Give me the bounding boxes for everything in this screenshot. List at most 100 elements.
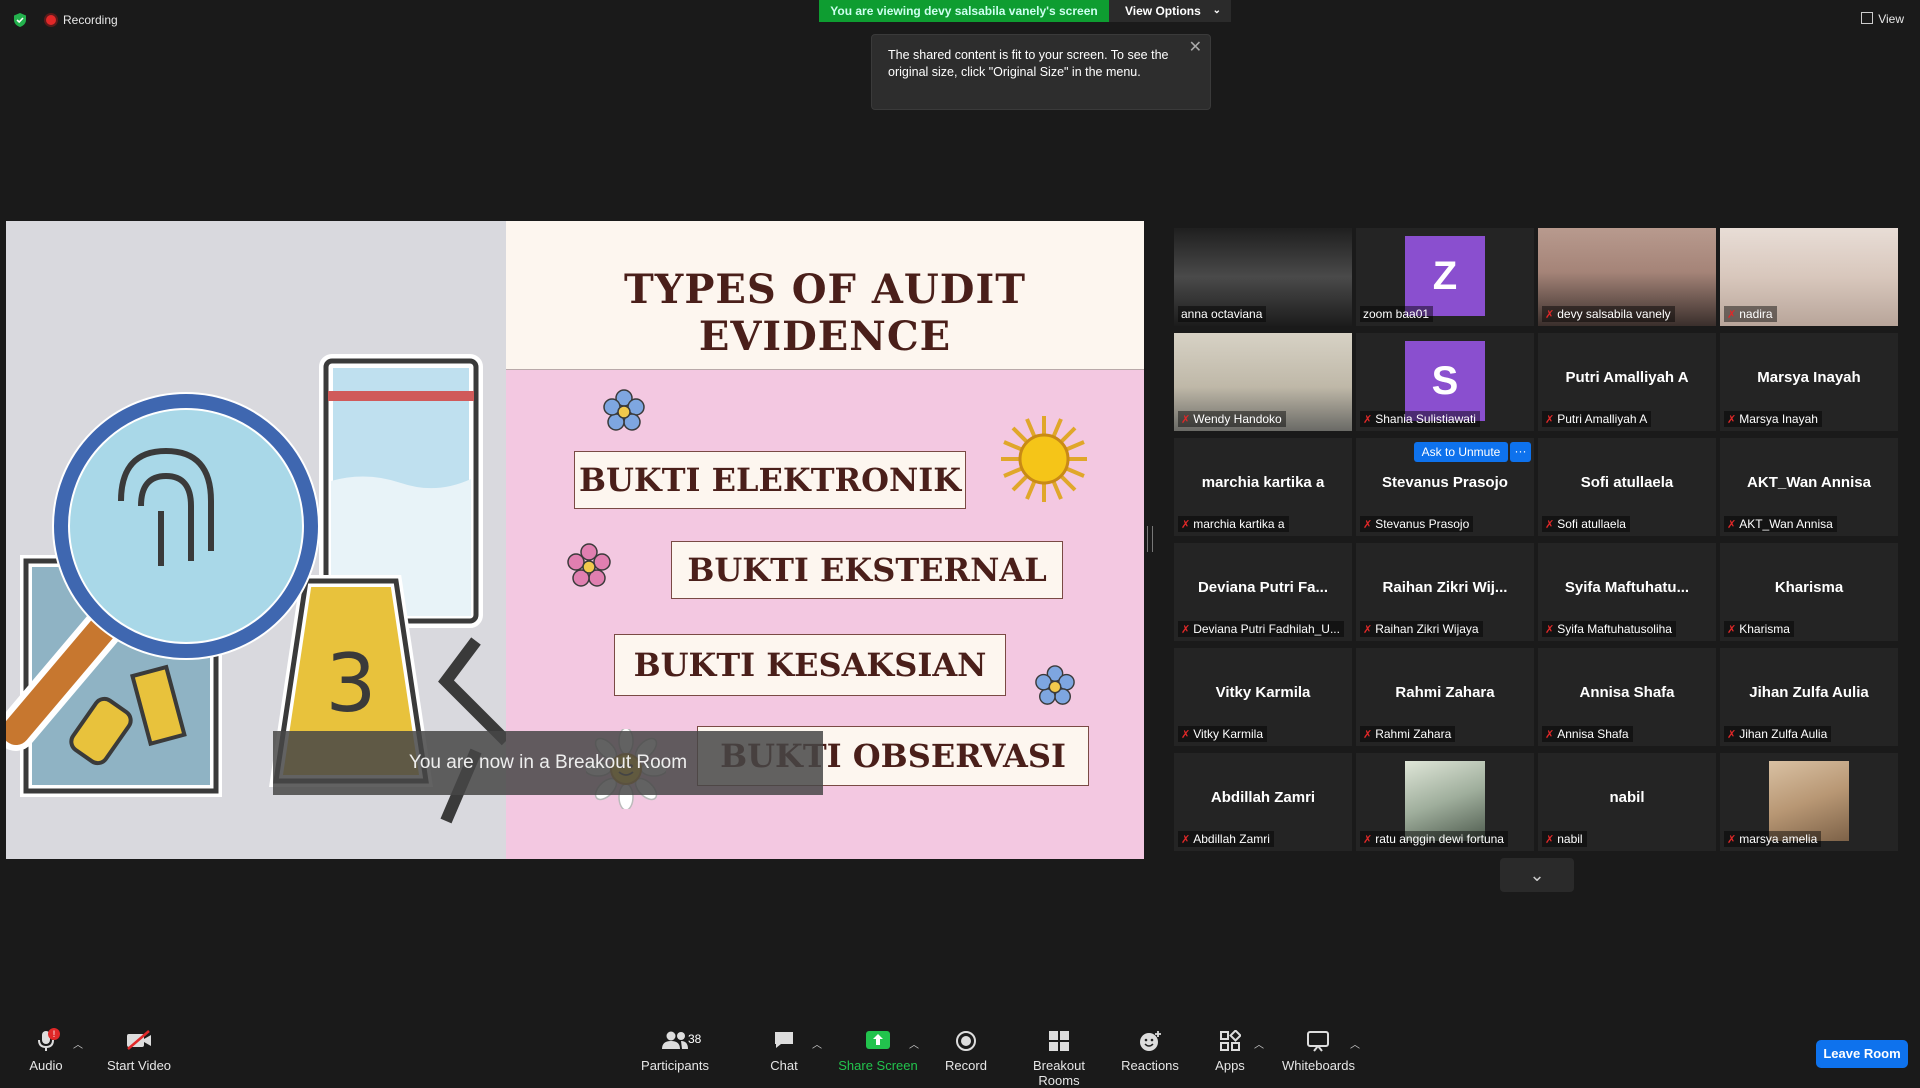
recording-indicator-icon — [46, 15, 56, 25]
whiteboards-label: Whiteboards — [1282, 1058, 1355, 1073]
muted-mic-icon: ✗ — [1727, 519, 1737, 531]
chat-options-caret[interactable]: ︿ — [812, 1036, 822, 1051]
participant-tile[interactable]: Zzoom baa01 — [1356, 228, 1534, 326]
participant-label: ✗ devy salsabila vanely — [1542, 306, 1675, 322]
participant-tile[interactable]: Sofi atullaela ✗ Sofi atullaela — [1538, 438, 1716, 536]
participant-name-label: Sofi atullaela — [1557, 517, 1626, 531]
participant-tile[interactable]: Kharisma ✗ Kharisma — [1720, 543, 1898, 641]
apps-button[interactable]: Apps — [1210, 1029, 1250, 1073]
muted-mic-icon: ✗ — [1363, 414, 1373, 426]
chat-label: Chat — [770, 1058, 798, 1073]
slide-title: TYPES OF AUDIT EVIDENCE — [624, 266, 1026, 360]
muted-mic-icon: ✗ — [1727, 729, 1737, 741]
breakout-rooms-button[interactable]: Breakout Rooms — [1012, 1030, 1106, 1088]
muted-mic-icon: ✗ — [1545, 519, 1555, 531]
participant-label: ✗ ratu anggin dewi fortuna — [1360, 831, 1508, 847]
close-icon[interactable]: ✕ — [1189, 39, 1202, 56]
evidence-item-1: BUKTI ELEKTRONIK — [574, 451, 966, 509]
muted-mic-icon: ✗ — [1545, 729, 1555, 741]
muted-mic-icon: ✗ — [1363, 624, 1373, 636]
participant-tile[interactable]: Marsya Inayah ✗ Marsya Inayah — [1720, 333, 1898, 431]
participant-tile[interactable]: ✗ devy salsabila vanely — [1538, 228, 1716, 326]
participant-name-label: Stevanus Prasojo — [1375, 517, 1470, 531]
record-button[interactable]: Record — [940, 1030, 992, 1073]
muted-mic-icon: ✗ — [1363, 729, 1373, 741]
participant-label: ✗ nadira — [1724, 306, 1777, 322]
whiteboards-options-caret[interactable]: ︿ — [1350, 1036, 1360, 1051]
participant-tile[interactable]: Jihan Zulfa Aulia ✗ Jihan Zulfa Aulia — [1720, 648, 1898, 746]
participant-tile[interactable]: Putri Amalliyah A ✗ Putri Amalliyah A — [1538, 333, 1716, 431]
participant-tile[interactable]: ✗ nadira — [1720, 228, 1898, 326]
audio-options-caret[interactable]: ︿ — [73, 1036, 83, 1051]
participant-tile[interactable]: anna octaviana — [1174, 228, 1352, 326]
participant-tile[interactable]: nabil ✗ nabil — [1538, 753, 1716, 851]
start-video-button[interactable]: Start Video — [104, 1030, 174, 1073]
ask-to-unmute-button[interactable]: Ask to Unmute — [1414, 442, 1508, 462]
view-label: View — [1878, 12, 1904, 26]
participant-tile[interactable]: Syifa Maftuhatu... ✗ Syifa Maftuhatusoliha — [1538, 543, 1716, 641]
leave-room-button[interactable]: Leave Room — [1816, 1040, 1908, 1068]
viewing-screen-banner: You are viewing devy salsabila vanely's … — [819, 0, 1109, 22]
participant-name-label: ratu anggin dewi fortuna — [1375, 832, 1504, 846]
participant-name-label: Rahmi Zahara — [1375, 727, 1452, 741]
participant-name-label: Putri Amalliyah A — [1557, 412, 1648, 426]
participant-name-label: Jihan Zulfa Aulia — [1739, 727, 1828, 741]
muted-mic-icon: ✗ — [1181, 834, 1191, 846]
participant-tile[interactable]: Vitky Karmila ✗ Vitky Karmila — [1174, 648, 1352, 746]
participant-tile[interactable]: Deviana Putri Fa... ✗ Deviana Putri Fadhil… — [1174, 543, 1352, 641]
share-screen-button[interactable]: Share Screen — [838, 1030, 918, 1073]
gallery-next-page-button[interactable]: ⌄ — [1500, 858, 1574, 892]
participant-label: ✗ Shania Sulistiawati — [1360, 411, 1480, 427]
reactions-button[interactable]: Reactions — [1121, 1030, 1179, 1073]
participant-tile[interactable]: ✗ ratu anggin dewi fortuna — [1356, 753, 1534, 851]
participant-tile[interactable]: Raihan Zikri Wij... ✗ Raihan Zikri Wijaya — [1356, 543, 1534, 641]
participant-label: ✗ Jihan Zulfa Aulia — [1724, 726, 1832, 742]
audio-warning-badge: ! — [48, 1028, 60, 1040]
participant-tile[interactable]: ✗ Wendy Handoko — [1174, 333, 1352, 431]
participants-button[interactable]: 38 Participants — [640, 1030, 710, 1073]
muted-mic-icon: ✗ — [1181, 519, 1191, 531]
participant-tile[interactable]: S ✗ Shania Sulistiawati — [1356, 333, 1534, 431]
participant-name-label: devy salsabila vanely — [1557, 307, 1671, 321]
participant-label: ✗ Kharisma — [1724, 621, 1794, 637]
chat-button[interactable]: Chat — [764, 1030, 804, 1073]
participant-name-label: nadira — [1739, 307, 1773, 321]
participant-name-label: AKT_Wan Annisa — [1739, 517, 1833, 531]
start-video-label: Start Video — [106, 1058, 172, 1073]
shared-screen: 3 TYPES OF AUDIT EVIDENCE BUKTI ELEKTRON… — [6, 221, 1144, 859]
share-screen-label: Share Screen — [838, 1058, 918, 1073]
participant-display-name: Raihan Zikri Wij... — [1382, 579, 1508, 596]
participant-label: ✗ Putri Amalliyah A — [1542, 411, 1652, 427]
participant-name-label: Vitky Karmila — [1193, 727, 1264, 741]
view-button[interactable]: View — [1861, 12, 1904, 26]
participant-name-label: Deviana Putri Fadhilah_U... — [1193, 622, 1340, 636]
muted-mic-icon: ✗ — [1545, 414, 1555, 426]
more-options-button[interactable]: ··· — [1510, 442, 1531, 462]
whiteboards-button[interactable]: Whiteboards — [1282, 1030, 1355, 1073]
share-screen-options-caret[interactable]: ︿ — [909, 1036, 919, 1051]
participant-label: ✗ Stevanus Prasojo — [1360, 516, 1474, 532]
participant-label: ✗ marchia kartika a — [1178, 516, 1289, 532]
participant-label: ✗ Annisa Shafa — [1542, 726, 1633, 742]
participant-tile[interactable]: Annisa Shafa ✗ Annisa Shafa — [1538, 648, 1716, 746]
muted-mic-icon: ✗ — [1545, 309, 1555, 321]
participant-tile[interactable]: marchia kartika a ✗ marchia kartika a — [1174, 438, 1352, 536]
participant-tile[interactable]: AKT_Wan Annisa ✗ AKT_Wan Annisa — [1720, 438, 1898, 536]
participant-display-name: Stevanus Prasojo — [1382, 474, 1508, 491]
blue-flower-icon — [603, 389, 645, 431]
audio-button[interactable]: ! Audio — [20, 1028, 72, 1073]
participant-name-label: Marsya Inayah — [1739, 412, 1818, 426]
participant-name-label: nabil — [1557, 832, 1583, 846]
participant-label: ✗ Deviana Putri Fadhilah_U... — [1178, 621, 1344, 637]
participant-tile[interactable]: Abdillah Zamri ✗ Abdillah Zamri — [1174, 753, 1352, 851]
security-shield-icon[interactable] — [12, 12, 28, 28]
panel-resize-handle[interactable] — [1147, 526, 1153, 552]
chevron-down-icon: ⌄ — [1212, 5, 1221, 16]
view-options-button[interactable]: View Options ⌄ — [1109, 0, 1231, 22]
apps-options-caret[interactable]: ︿ — [1254, 1036, 1264, 1051]
participant-tile[interactable]: Rahmi Zahara ✗ Rahmi Zahara — [1356, 648, 1534, 746]
participant-tile[interactable]: ✗ marsya amelia — [1720, 753, 1898, 851]
muted-mic-icon: ✗ — [1545, 624, 1555, 636]
microphone-icon: ! — [20, 1028, 72, 1056]
participant-label: ✗ marsya amelia — [1724, 831, 1822, 847]
